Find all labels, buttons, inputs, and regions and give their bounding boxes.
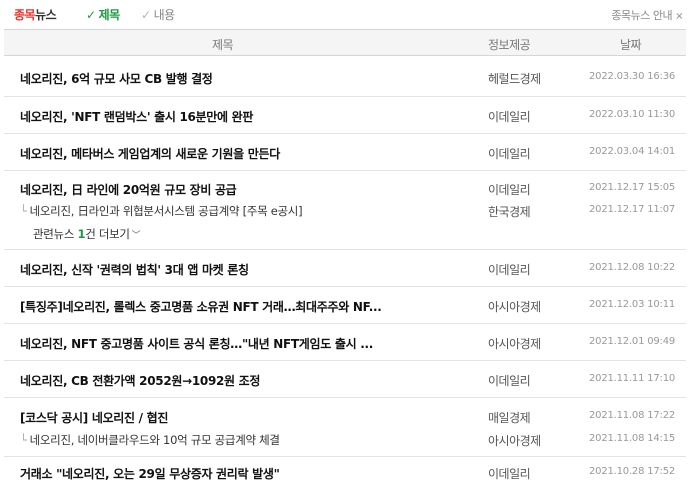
news-title-link[interactable]: 네오리진, CB 전환가액 2052원→1092원 조정 bbox=[20, 372, 260, 389]
corner-arrow-icon: └ bbox=[20, 204, 27, 218]
news-title-link[interactable]: 네오리진, NFT 중고명품 사이트 공식 론칭…"내년 NFT게임도 출시 .… bbox=[20, 335, 373, 352]
news-row: 네오리진, 메타버스 게임업계의 새로운 기원을 만든다 이데일리 2022.0… bbox=[4, 134, 686, 171]
news-date: 2021.11.11 17:10 bbox=[589, 373, 676, 384]
news-title-link[interactable]: 네오리진, 日 라인에 20억원 규모 장비 공급 bbox=[20, 181, 237, 198]
related-more-prefix: 관련뉴스 bbox=[33, 227, 78, 241]
news-topbar: 종목뉴스 ✓ 제목 ✓ 내용 종목뉴스 안내 × bbox=[0, 0, 691, 28]
news-guide-link[interactable]: 종목뉴스 안내 × bbox=[611, 7, 683, 23]
news-row: 거래소 "네오리진, 오는 29일 무상증자 권리락 발생" 이데일리 2021… bbox=[4, 457, 686, 493]
news-source: 이데일리 bbox=[488, 110, 531, 124]
section-title: 종목뉴스 bbox=[14, 6, 57, 23]
news-source: 이데일리 bbox=[488, 147, 531, 161]
news-date: 2022.03.10 11:30 bbox=[589, 109, 676, 120]
filter-title-label: 제목 bbox=[98, 8, 121, 22]
table-header: 제목 정보제공 날짜 bbox=[4, 29, 686, 56]
news-title-link[interactable]: [특징주]네오리진, 롤렉스 중고명품 소유권 NFT 거래…최대주주와 NF.… bbox=[20, 298, 382, 315]
news-date: 2022.03.30 16:36 bbox=[589, 71, 676, 82]
filter-title-checkbox[interactable]: ✓ 제목 bbox=[86, 6, 120, 23]
news-row-with-related: [코스닥 공시] 네오리진 / 협진 매일경제 2021.11.08 17:22… bbox=[4, 398, 686, 457]
corner-arrow-icon: └ bbox=[20, 433, 27, 447]
related-news-link[interactable]: └ 네오리진, 日라인과 위협분서시스템 공급계약 [주목 e공시] bbox=[20, 203, 303, 219]
news-row: 네오리진, 'NFT 랜덤박스' 출시 16분만에 완판 이데일리 2022.0… bbox=[4, 97, 686, 134]
news-row: 네오리진, 6억 규모 사모 CB 발행 결정 헤럴드경제 2022.03.30… bbox=[4, 56, 686, 97]
column-header-date: 날짜 bbox=[620, 38, 642, 52]
news-row: 네오리진, CB 전환가액 2052원→1092원 조정 이데일리 2021.1… bbox=[4, 361, 686, 398]
check-icon: ✓ bbox=[141, 8, 151, 22]
related-news-source: 아시아경제 bbox=[488, 434, 541, 448]
news-row-with-related: 네오리진, 日 라인에 20억원 규모 장비 공급 이데일리 2021.12.1… bbox=[4, 171, 686, 250]
news-source: 아시아경제 bbox=[488, 337, 541, 351]
news-title-link[interactable]: 네오리진, 6억 규모 사모 CB 발행 결정 bbox=[20, 70, 213, 87]
news-title-link[interactable]: 네오리진, 신작 '권력의 법칙' 3대 앱 마켓 론칭 bbox=[20, 261, 249, 278]
news-date: 2021.12.08 10:22 bbox=[589, 262, 676, 273]
news-date: 2021.12.17 15:05 bbox=[589, 182, 676, 193]
news-date: 2021.10.28 17:52 bbox=[589, 466, 676, 477]
related-news-title: 네오리진, 日라인과 위협분서시스템 공급계약 [주목 e공시] bbox=[29, 204, 303, 218]
news-guide-label: 종목뉴스 안내 bbox=[611, 9, 673, 22]
news-source: 이데일리 bbox=[488, 467, 531, 481]
related-news-source: 한국경제 bbox=[488, 205, 531, 219]
section-title-part1: 종목 bbox=[14, 8, 36, 22]
close-icon[interactable]: × bbox=[675, 11, 683, 22]
news-date: 2022.03.04 14:01 bbox=[589, 146, 676, 157]
news-source: 매일경제 bbox=[488, 411, 531, 425]
news-title-link[interactable]: 네오리진, 메타버스 게임업계의 새로운 기원을 만든다 bbox=[20, 145, 280, 162]
chevron-down-icon: ﹀ bbox=[131, 231, 141, 241]
column-header-title: 제목 bbox=[212, 38, 234, 52]
related-news-more-button[interactable]: 관련뉴스 1건 더보기 ﹀ bbox=[33, 226, 141, 242]
column-header-source: 정보제공 bbox=[488, 38, 531, 52]
news-title-link[interactable]: 네오리진, 'NFT 랜덤박스' 출시 16분만에 완판 bbox=[20, 108, 253, 125]
news-date: 2021.12.03 10:11 bbox=[589, 299, 676, 310]
filter-content-checkbox[interactable]: ✓ 내용 bbox=[141, 6, 175, 23]
related-more-suffix: 건 더보기 bbox=[85, 227, 130, 241]
news-source: 이데일리 bbox=[488, 263, 531, 277]
related-news-date: 2021.12.17 11:07 bbox=[589, 204, 676, 215]
news-source: 이데일리 bbox=[488, 183, 531, 197]
related-news-date: 2021.11.08 14:15 bbox=[589, 433, 676, 444]
news-source: 헤럴드경제 bbox=[488, 72, 541, 86]
news-title-link[interactable]: 거래소 "네오리진, 오는 29일 무상증자 권리락 발생" bbox=[20, 465, 280, 482]
filter-content-label: 내용 bbox=[153, 8, 176, 22]
news-row: 네오리진, NFT 중고명품 사이트 공식 론칭…"내년 NFT게임도 출시 .… bbox=[4, 324, 686, 361]
news-row: 네오리진, 신작 '권력의 법칙' 3대 앱 마켓 론칭 이데일리 2021.1… bbox=[4, 250, 686, 287]
news-date: 2021.12.01 09:49 bbox=[589, 336, 676, 347]
news-list: 네오리진, 6억 규모 사모 CB 발행 결정 헤럴드경제 2022.03.30… bbox=[4, 56, 686, 493]
related-news-link[interactable]: └ 네오리진, 네이버클라우드와 10억 규모 공급계약 체결 bbox=[20, 432, 280, 448]
related-news-title: 네오리진, 네이버클라우드와 10억 규모 공급계약 체결 bbox=[29, 433, 280, 447]
news-date: 2021.11.08 17:22 bbox=[589, 410, 676, 421]
news-source: 이데일리 bbox=[488, 374, 531, 388]
section-title-part2: 뉴스 bbox=[35, 8, 57, 22]
news-row: [특징주]네오리진, 롤렉스 중고명품 소유권 NFT 거래…최대주주와 NF.… bbox=[4, 287, 686, 324]
news-title-link[interactable]: [코스닥 공시] 네오리진 / 협진 bbox=[20, 409, 168, 426]
check-icon: ✓ bbox=[86, 8, 96, 22]
news-source: 아시아경제 bbox=[488, 300, 541, 314]
